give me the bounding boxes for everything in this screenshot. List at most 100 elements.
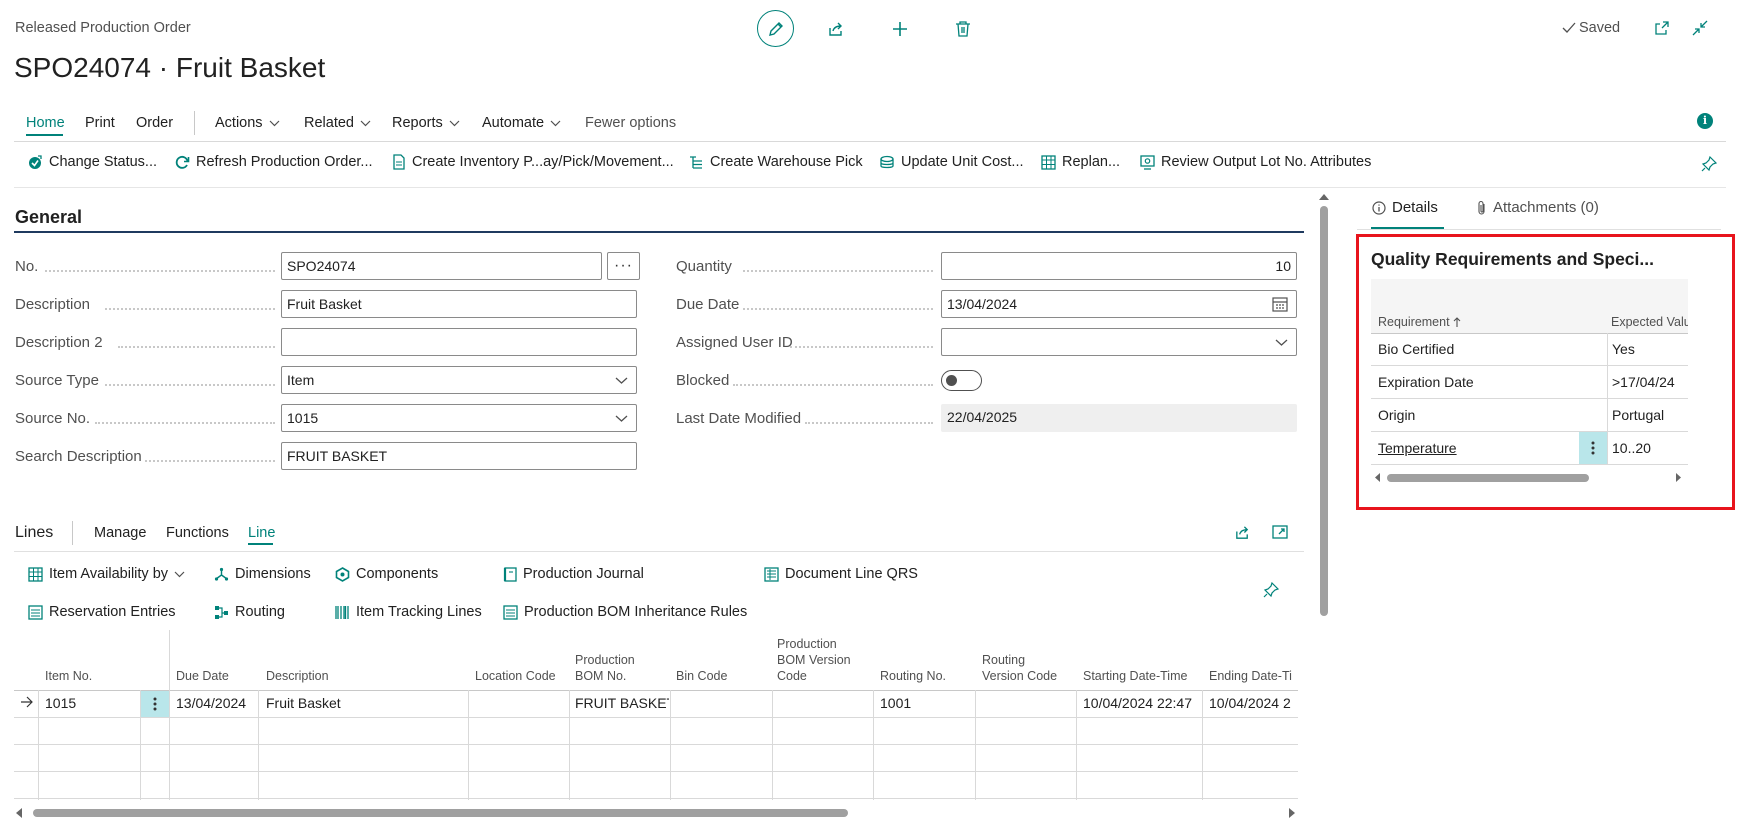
fb-row1-value[interactable]: Yes bbox=[1612, 341, 1635, 357]
delete-button[interactable] bbox=[952, 18, 974, 40]
fb-row4-actions-button[interactable] bbox=[1579, 432, 1607, 464]
share-button[interactable] bbox=[825, 18, 847, 40]
change-status-button[interactable]: Change Status... bbox=[28, 154, 157, 170]
menu-home[interactable]: Home bbox=[26, 115, 65, 131]
refresh-production-order-button[interactable]: Refresh Production Order... bbox=[175, 154, 373, 170]
search-description-field[interactable]: FRUIT BASKET bbox=[281, 442, 637, 470]
new-button[interactable] bbox=[889, 18, 911, 40]
menu-actions[interactable]: Actions bbox=[215, 115, 280, 131]
menu-related[interactable]: Related bbox=[304, 115, 371, 131]
open-new-window-button[interactable] bbox=[1652, 18, 1672, 38]
page-scrollbar-thumb[interactable] bbox=[1320, 206, 1328, 616]
row-description[interactable]: Fruit Basket bbox=[266, 695, 466, 711]
page-scrollbar-up-arrow[interactable] bbox=[1319, 193, 1329, 201]
due-date-field[interactable]: 13/04/2024 bbox=[941, 290, 1297, 318]
col-item-no[interactable]: Item No. bbox=[45, 668, 92, 684]
col-bin-code[interactable]: Bin Code bbox=[676, 668, 727, 684]
lines-scrollbar-left-arrow[interactable] bbox=[15, 808, 23, 818]
fb-row2-value[interactable]: >17/04/24 bbox=[1612, 374, 1675, 390]
lines-tab-manage[interactable]: Manage bbox=[94, 525, 146, 541]
fb-row3-requirement[interactable]: Origin bbox=[1378, 407, 1415, 423]
row-routing-no[interactable]: 1001 bbox=[880, 695, 970, 711]
review-output-lot-button[interactable]: Review Output Lot No. Attributes bbox=[1140, 154, 1371, 170]
source-no-select[interactable]: 1015 bbox=[281, 404, 637, 432]
create-inventory-button[interactable]: Create Inventory P...ay/Pick/Movement... bbox=[392, 154, 674, 170]
factbox-tab-attachments-label: Attachments (0) bbox=[1493, 199, 1599, 216]
lines-expand-button[interactable] bbox=[1270, 522, 1290, 542]
factbox-scrollbar-thumb[interactable] bbox=[1387, 474, 1589, 482]
col-bom-no[interactable]: Production BOM No. bbox=[575, 652, 635, 684]
assigned-user-select[interactable] bbox=[941, 328, 1297, 356]
lines-tab-line[interactable]: Line bbox=[248, 525, 275, 541]
col-location-code[interactable]: Location Code bbox=[475, 668, 556, 684]
blocked-toggle[interactable] bbox=[941, 370, 982, 391]
pin-lines-bar-button[interactable] bbox=[1262, 581, 1280, 599]
production-journal-button[interactable]: Production Journal bbox=[503, 566, 644, 582]
source-type-select[interactable]: Item bbox=[281, 366, 637, 394]
description-field[interactable]: Fruit Basket bbox=[281, 290, 637, 318]
col-routing-version[interactable]: Routing Version Code bbox=[982, 652, 1057, 684]
menu-divider bbox=[194, 111, 195, 135]
lines-separator bbox=[14, 551, 1304, 552]
description2-leader bbox=[118, 346, 275, 348]
menu-order[interactable]: Order bbox=[136, 115, 173, 131]
no-assist-button[interactable]: ··· bbox=[607, 252, 640, 280]
edit-button[interactable] bbox=[757, 10, 794, 47]
col-due-date[interactable]: Due Date bbox=[176, 668, 229, 684]
reservation-entries-button[interactable]: Reservation Entries bbox=[28, 604, 176, 620]
row-actions-button[interactable] bbox=[141, 691, 169, 717]
menu-print[interactable]: Print bbox=[85, 115, 115, 131]
share-icon bbox=[827, 20, 845, 38]
fb-row3-value[interactable]: Portugal bbox=[1612, 407, 1664, 423]
dimensions-button[interactable]: Dimensions bbox=[214, 566, 311, 582]
row-item-no[interactable]: 1015 bbox=[45, 695, 135, 711]
calendar-icon[interactable] bbox=[1272, 296, 1288, 312]
lines-scrollbar-right-arrow[interactable] bbox=[1288, 808, 1296, 818]
no-field[interactable]: SPO24074 bbox=[281, 252, 602, 280]
col-bom-version[interactable]: Production BOM Version Code bbox=[777, 636, 851, 684]
fb-row4-value[interactable]: 10..20 bbox=[1612, 440, 1651, 456]
fb-row2-requirement[interactable]: Expiration Date bbox=[1378, 374, 1474, 390]
item-tracking-lines-button[interactable]: Item Tracking Lines bbox=[335, 604, 482, 620]
row-bom-no[interactable]: FRUIT BASKET bbox=[575, 695, 669, 711]
document-line-qrs-button[interactable]: Document Line QRS bbox=[764, 566, 918, 582]
lines-share-button[interactable] bbox=[1232, 522, 1252, 542]
factbox-tab-attachments[interactable]: Attachments (0) bbox=[1477, 199, 1599, 216]
menu-reports[interactable]: Reports bbox=[392, 115, 460, 131]
row-starting-date-time[interactable]: 10/04/2024 22:47 bbox=[1083, 695, 1201, 711]
fb-row1-requirement[interactable]: Bio Certified bbox=[1378, 341, 1454, 357]
chevron-down-icon bbox=[550, 120, 561, 127]
col-description[interactable]: Description bbox=[266, 668, 329, 684]
description2-field[interactable] bbox=[281, 328, 637, 356]
info-button[interactable]: i bbox=[1697, 113, 1713, 129]
lines-scrollbar-thumb[interactable] bbox=[33, 809, 848, 817]
col-requirement[interactable]: Requirement bbox=[1378, 314, 1461, 330]
factbox-scrollbar-left-arrow[interactable] bbox=[1374, 473, 1381, 482]
quantity-field[interactable]: 10 bbox=[941, 252, 1297, 280]
replan-button[interactable]: Replan... bbox=[1041, 154, 1120, 170]
pin-action-bar-button[interactable] bbox=[1700, 155, 1718, 173]
fb-row4-requirement[interactable]: Temperature bbox=[1378, 440, 1457, 456]
item-availability-button[interactable]: Item Availability by bbox=[28, 566, 185, 582]
menu-automate[interactable]: Automate bbox=[482, 115, 561, 131]
factbox-title[interactable]: Quality Requirements and Speci... bbox=[1371, 249, 1654, 270]
update-cost-label: Update Unit Cost... bbox=[901, 154, 1024, 170]
bom-inheritance-button[interactable]: Production BOM Inheritance Rules bbox=[503, 604, 747, 620]
update-unit-cost-button[interactable]: Update Unit Cost... bbox=[879, 154, 1024, 170]
factbox-tab-details[interactable]: Details bbox=[1372, 199, 1438, 216]
factbox-scrollbar-right-arrow[interactable] bbox=[1675, 473, 1682, 482]
row-ending-date-time[interactable]: 10/04/2024 2 bbox=[1209, 695, 1298, 711]
row-indicator-arrow-icon bbox=[20, 696, 34, 708]
collapse-button[interactable] bbox=[1690, 18, 1710, 38]
create-warehouse-pick-button[interactable]: Create Warehouse Pick bbox=[689, 154, 863, 170]
components-button[interactable]: Components bbox=[335, 566, 438, 582]
row-due-date[interactable]: 13/04/2024 bbox=[176, 695, 256, 711]
more-vertical-icon bbox=[1591, 441, 1595, 455]
col-starting-date-time[interactable]: Starting Date-Time bbox=[1083, 668, 1187, 684]
col-routing-no[interactable]: Routing No. bbox=[880, 668, 946, 684]
col-expected-value[interactable]: Expected Valu bbox=[1611, 314, 1688, 330]
menu-fewer-options[interactable]: Fewer options bbox=[585, 115, 676, 131]
routing-button[interactable]: Routing bbox=[214, 604, 285, 620]
col-ending-date-time[interactable]: Ending Date-Ti bbox=[1209, 668, 1292, 684]
lines-tab-functions[interactable]: Functions bbox=[166, 525, 229, 541]
